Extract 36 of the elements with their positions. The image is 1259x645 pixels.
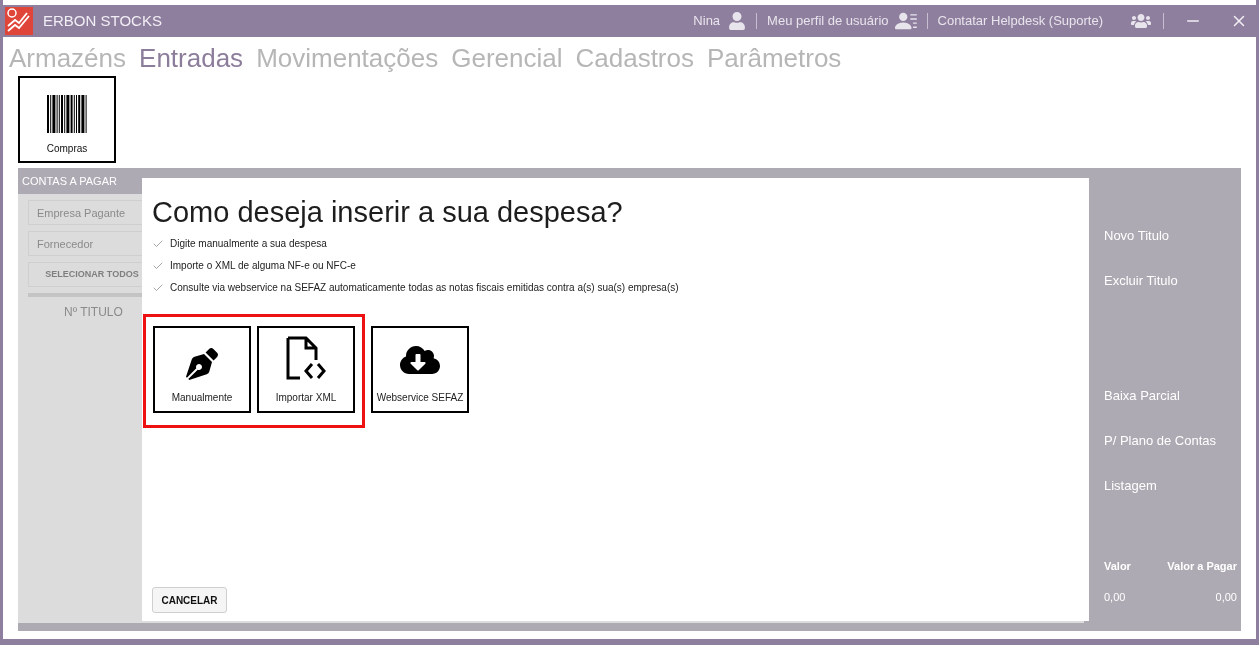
action-link[interactable]: Listagem — [1104, 476, 1241, 521]
totals-value: 0,00 — [1214, 589, 1238, 605]
user-list-icon — [894, 10, 917, 32]
bullet-text: Digite manualmente a sua despesa — [170, 237, 327, 251]
user-name[interactable]: Nina — [693, 11, 721, 31]
panel-header: CONTAS A PAGAR — [21, 173, 118, 189]
bullet-text: Importe o XML de alguma NF-e ou NFC-e — [170, 259, 356, 273]
option-tile[interactable]: Importar XML — [257, 326, 355, 413]
window-title: ERBON STOCKS — [43, 10, 162, 31]
code-file-icon — [284, 336, 328, 380]
pen-nib-icon — [186, 348, 218, 380]
menu-tab[interactable]: Cadastros — [575, 38, 694, 78]
barcode-icon — [47, 95, 87, 133]
option-tile[interactable]: Webservice SEFAZ — [371, 326, 469, 413]
menu-tab[interactable]: Entradas — [139, 38, 244, 78]
action-link[interactable]: Novo Titulo — [1104, 226, 1241, 271]
toolbar-tile[interactable]: Compras — [18, 76, 116, 163]
option-tile[interactable]: Manualmente — [153, 326, 251, 413]
action-link[interactable]: Excluir Titulo — [1104, 271, 1241, 316]
users-group-icon — [1131, 11, 1151, 31]
menu-tab[interactable]: Parâmetros — [707, 38, 842, 78]
column-header: Nº TITULO — [64, 304, 124, 321]
totals-header: Valor — [1104, 559, 1132, 574]
menu-tab[interactable]: Gerencial — [451, 38, 563, 78]
chart-logo-icon — [5, 7, 33, 35]
totals-value: 0,00 — [1104, 589, 1127, 605]
profile-link[interactable]: Meu perfil de usuário — [767, 11, 889, 31]
action-link[interactable]: Baixa Parcial — [1104, 386, 1241, 431]
menu-tab[interactable]: Armazéns — [9, 38, 127, 78]
cancel-button[interactable]: CANCELAR — [152, 587, 227, 613]
totals-header: Valor a Pagar — [1166, 559, 1238, 574]
bullet-text: Consulte via webservice na SEFAZ automaticamente todas as notas fiscais emitidas contra a(s) sua(s) empresa(s) — [170, 281, 679, 295]
helpdesk-link[interactable]: Contatar Helpdesk (Suporte) — [937, 11, 1103, 31]
user-icon — [728, 12, 747, 30]
menu-tab[interactable]: Movimentações — [256, 38, 439, 78]
action-link[interactable]: P/ Plano de Contas — [1104, 431, 1241, 476]
